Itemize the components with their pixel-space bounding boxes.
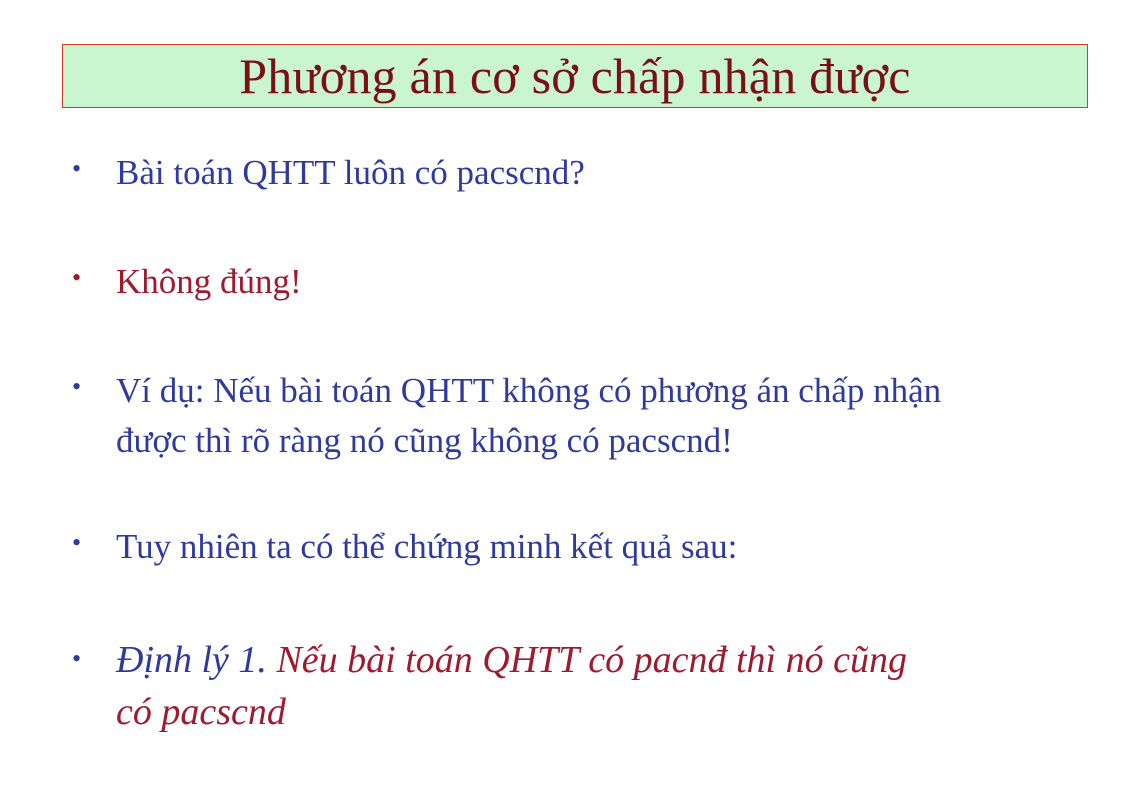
bullet-item-question: • Bài toán QHTT luôn có pacscnd? <box>72 148 1072 198</box>
bullet-text-line: Ví dụ: Nếu bài toán QHTT không có phương… <box>116 371 942 410</box>
slide-title: Phương án cơ sở chấp nhận được <box>239 48 911 104</box>
theorem-statement: Nếu bài toán QHTT có pacnđ thì nó cũng <box>266 639 907 681</box>
bullet-item-however: • Tuy nhiên ta có thể chứng minh kết quả… <box>72 522 1072 572</box>
bullet-dot: • <box>72 154 82 183</box>
bullet-text: Ví dụ: Nếu bài toán QHTT không có phương… <box>116 366 1056 466</box>
bullet-dot: • <box>72 263 82 292</box>
bullet-text: Không đúng! <box>116 262 302 301</box>
title-banner: Phương án cơ sở chấp nhận được <box>62 44 1088 108</box>
bullet-text: Bài toán QHTT luôn có pacscnd? <box>116 153 585 192</box>
bullet-dot: • <box>72 644 82 673</box>
theorem-label: Định lý 1. <box>116 639 267 681</box>
theorem-line: Định lý 1. Nếu bài toán QHTT có pacnđ th… <box>116 634 1056 686</box>
bullet-text-line: được thì rõ ràng nó cũng không có pacscn… <box>116 421 733 460</box>
bullet-item-answer: • Không đúng! <box>72 257 1072 307</box>
slide: Phương án cơ sở chấp nhận được • Bài toá… <box>0 0 1134 798</box>
bullet-text: Tuy nhiên ta có thể chứng minh kết quả s… <box>116 527 738 566</box>
theorem-text: Định lý 1. Nếu bài toán QHTT có pacnđ th… <box>116 634 1056 738</box>
bullet-item-example: • Ví dụ: Nếu bài toán QHTT không có phươ… <box>72 366 1072 466</box>
bullet-item-theorem: • Định lý 1. Nếu bài toán QHTT có pacnđ … <box>72 634 1072 744</box>
theorem-line: có pacscnd <box>116 691 286 733</box>
bullet-dot: • <box>72 372 82 401</box>
bullet-dot: • <box>72 528 82 557</box>
